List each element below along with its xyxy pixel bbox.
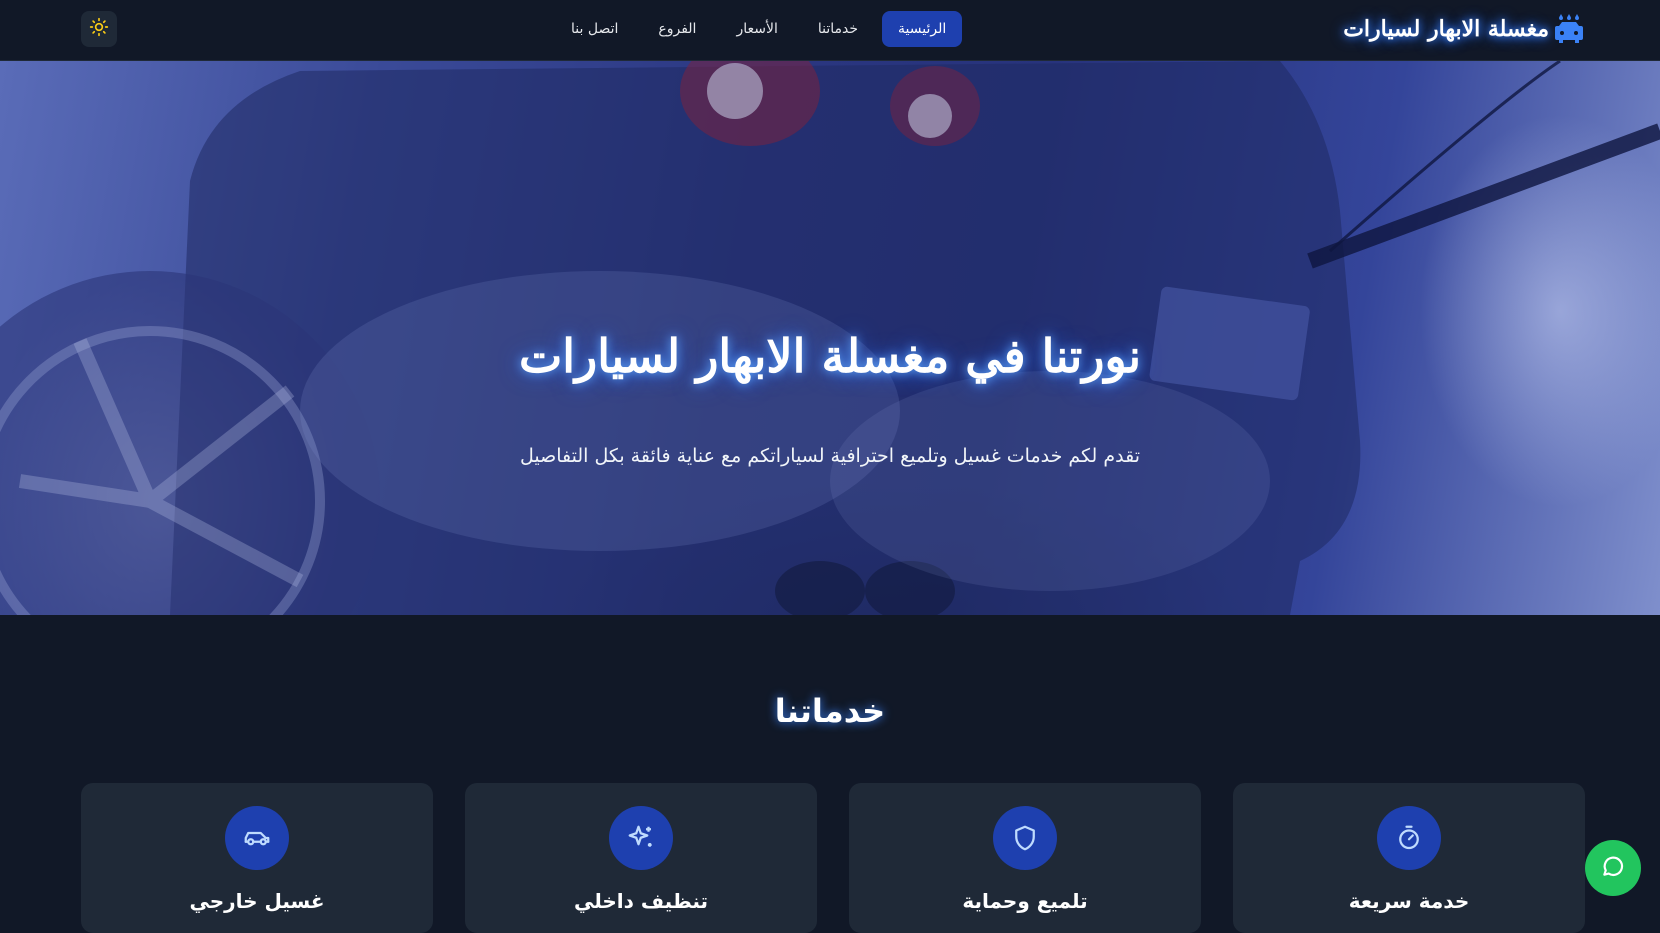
service-card-interior-cleaning[interactable]: تنظيف داخلي [465, 783, 817, 933]
shield-icon [993, 806, 1057, 870]
car-wash-icon [1553, 12, 1585, 46]
theme-toggle-button[interactable] [81, 11, 117, 47]
service-card-exterior-wash[interactable]: غسيل خارجي [81, 783, 433, 933]
services-title: خدماتنا [774, 692, 886, 730]
nav-prices[interactable]: الأسعار [720, 11, 793, 47]
hero-subtitle: تقدم لكم خدمات غسيل وتلميع احترافية لسيا… [519, 445, 1141, 467]
whatsapp-chat-button[interactable] [1585, 840, 1641, 896]
navbar: الرئيسية خدماتنا الأسعار الفروع اتصل بنا… [0, 0, 1660, 61]
nav-contact[interactable]: اتصل بنا [555, 11, 634, 47]
logo-text: مغسلة الابهار لسيارات [1343, 16, 1549, 42]
nav-home[interactable]: الرئيسية [882, 11, 963, 47]
car-icon [225, 806, 289, 870]
card-title: خدمة سريعة [1348, 889, 1470, 913]
services-cards: غسيل خارجي تنظيف داخلي تلميع وحماية خدمة… [81, 783, 1585, 933]
sun-icon [89, 17, 109, 41]
sparkles-icon [609, 806, 673, 870]
timer-icon [1377, 806, 1441, 870]
nav-branches[interactable]: الفروع [642, 11, 712, 47]
chat-icon [1600, 853, 1626, 883]
card-title: تنظيف داخلي [573, 889, 709, 913]
service-card-fast-service[interactable]: خدمة سريعة [1233, 783, 1585, 933]
hero-section: نورتنا في مغسلة الابهار لسيارات تقدم لكم… [0, 61, 1660, 615]
card-title: تلميع وحماية [962, 889, 1088, 913]
card-title: غسيل خارجي [189, 889, 325, 913]
hero-title: نورتنا في مغسلة الابهار لسيارات [518, 329, 1142, 383]
site-logo[interactable]: مغسلة الابهار لسيارات [1343, 12, 1585, 46]
nav-services[interactable]: خدماتنا [802, 11, 874, 47]
service-card-polish-protection[interactable]: تلميع وحماية [849, 783, 1201, 933]
main-nav: الرئيسية خدماتنا الأسعار الفروع اتصل بنا [555, 11, 963, 47]
